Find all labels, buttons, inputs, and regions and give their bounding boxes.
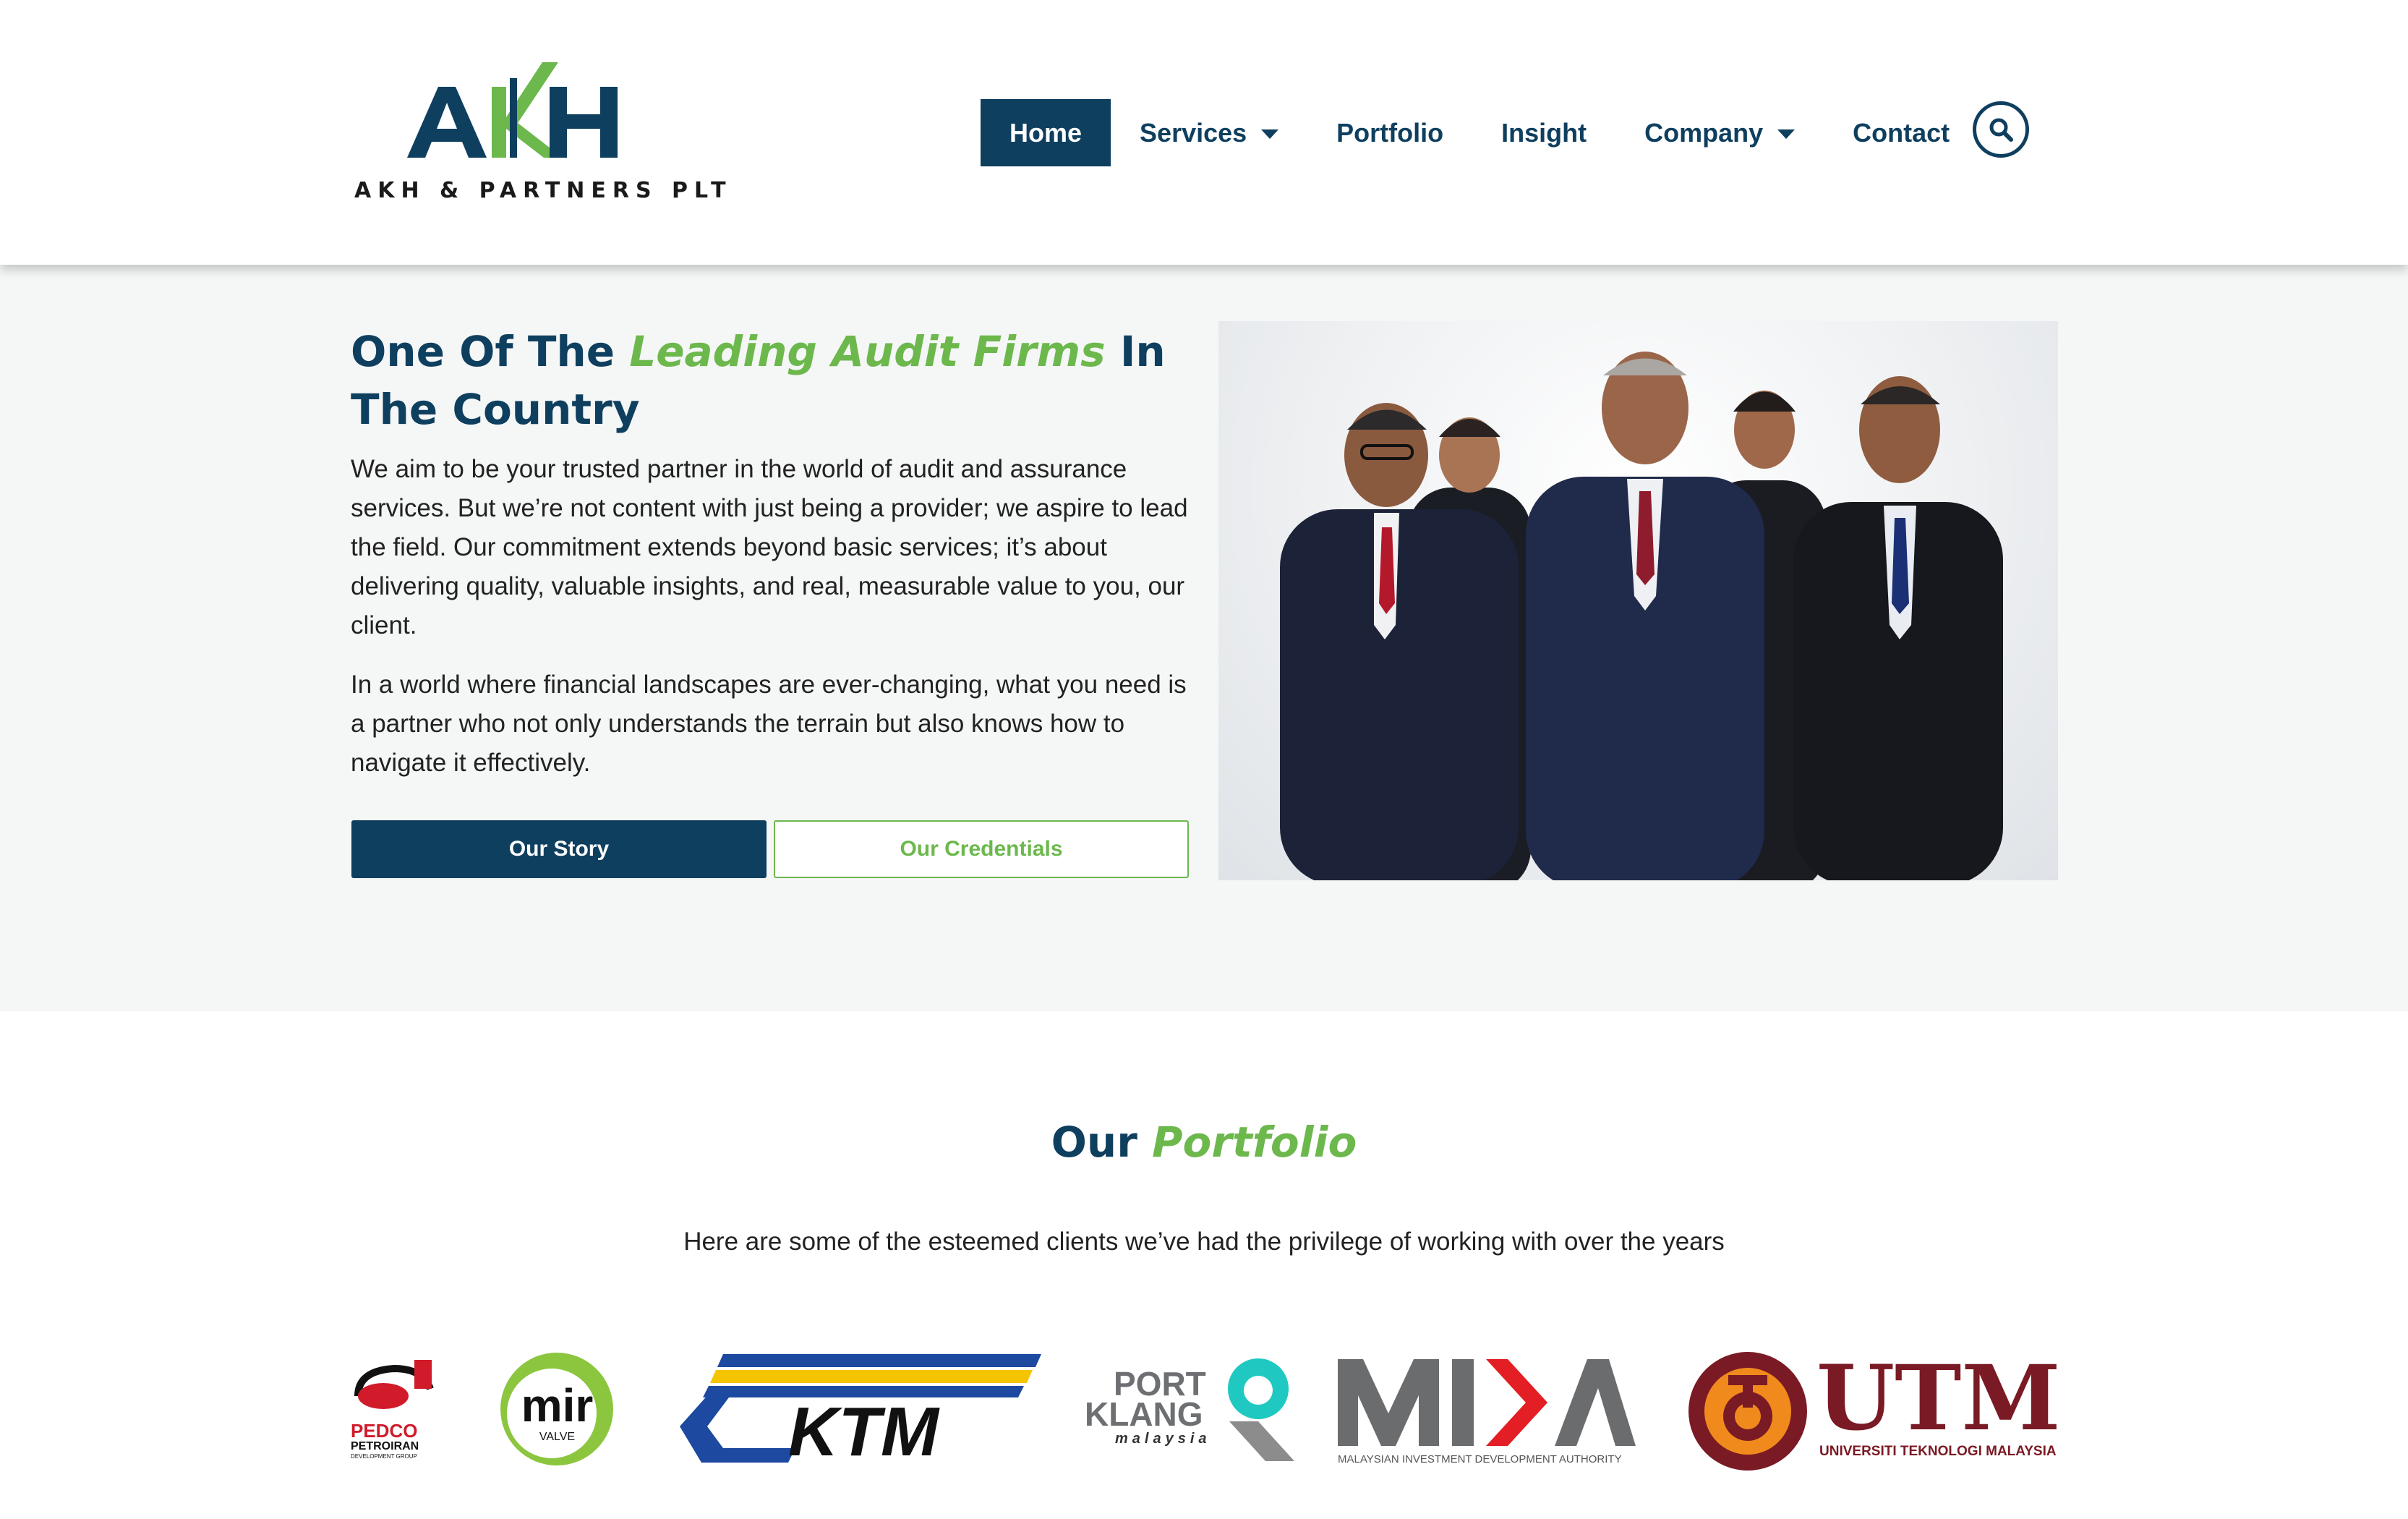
client-logo-mir[interactable]: mir VALVE xyxy=(483,1350,631,1469)
utm-crest-icon xyxy=(1688,1352,1807,1471)
main-nav: Home Services Portfolio Insight Company … xyxy=(981,99,1978,166)
pedco-name: PEDCO xyxy=(351,1420,418,1442)
nav-home-label: Home xyxy=(1009,117,1083,148)
port-klang-sub1: KLANG xyxy=(1085,1395,1203,1433)
nav-portfolio[interactable]: Portfolio xyxy=(1307,99,1472,166)
hero-title-accent: Leading Audit Firms xyxy=(629,327,1106,376)
nav-services-label: Services xyxy=(1140,117,1247,148)
hero-paragraph-1: We aim to be your trusted partner in the… xyxy=(351,455,1188,639)
chevron-down-icon xyxy=(1261,129,1279,139)
client-logo-pedco[interactable]: PEDCO PETROIRAN DEVELOPMENT GROUP xyxy=(351,1360,437,1461)
nav-insight-label: Insight xyxy=(1501,117,1587,148)
hero-section: One Of The Leading Audit Firms In The Co… xyxy=(0,265,2408,1011)
nav-services[interactable]: Services xyxy=(1111,99,1307,166)
client-logo-mida[interactable]: MALAYSIAN INVESTMENT DEVELOPMENT AUTHORI… xyxy=(1338,1356,1636,1471)
nav-portfolio-label: Portfolio xyxy=(1336,117,1444,148)
akh-logo-mark xyxy=(407,62,618,158)
team-photo xyxy=(1218,321,2058,880)
mida-sub: MALAYSIAN INVESTMENT DEVELOPMENT AUTHORI… xyxy=(1338,1453,1622,1465)
search-button[interactable] xyxy=(1973,101,2029,158)
pedco-sub2: DEVELOPMENT GROUP xyxy=(351,1453,417,1460)
client-logo-port-klang[interactable]: PORT KLANG malaysia xyxy=(1085,1353,1294,1468)
utm-name: UTM xyxy=(1816,1346,2061,1451)
team-photo-illustration xyxy=(1280,352,2003,880)
search-icon xyxy=(1989,118,2013,142)
nav-company[interactable]: Company xyxy=(1615,99,1824,166)
pedco-sub1: PETROIRAN xyxy=(351,1440,419,1452)
nav-contact[interactable]: Contact xyxy=(1824,99,1978,166)
akh-logo[interactable]: AKH & PARTNERS PLT xyxy=(353,56,726,216)
hero-title-part1: One Of The xyxy=(351,327,630,376)
logo-tagline: AKH & PARTNERS PLT xyxy=(354,178,733,203)
ktm-name: KTM xyxy=(788,1393,939,1471)
client-logo-utm[interactable]: UTM UNIVERSITI TEKNOLOGI MALAYSIA xyxy=(1685,1350,2061,1473)
nav-insight[interactable]: Insight xyxy=(1472,99,1615,166)
chevron-down-icon xyxy=(1777,129,1796,139)
hero-paragraph-2: In a world where financial landscapes ar… xyxy=(351,671,1187,777)
portfolio-title: Our Portfolio xyxy=(0,1118,2408,1167)
mir-name: mir xyxy=(521,1379,594,1431)
mir-sub: VALVE xyxy=(539,1431,576,1443)
port-klang-sub2: malaysia xyxy=(1115,1431,1211,1447)
pedco-mark-icon xyxy=(354,1360,434,1409)
nav-home[interactable]: Home xyxy=(981,99,1111,166)
mida-letters-icon xyxy=(1338,1359,1636,1446)
hero-title: One Of The Leading Audit Firms In The Co… xyxy=(351,323,1204,438)
client-logo-ktm[interactable]: KTM xyxy=(680,1354,1041,1467)
our-credentials-button[interactable]: Our Credentials xyxy=(774,820,1189,878)
site-header: AKH & PARTNERS PLT Home Services Portfol… xyxy=(0,0,2408,265)
utm-sub: UNIVERSITI TEKNOLOGI MALAYSIA xyxy=(1819,1444,2057,1459)
portfolio-title-accent: Portfolio xyxy=(1152,1118,1357,1167)
portfolio-subtitle: Here are some of the esteemed clients we… xyxy=(683,1227,1725,1256)
portfolio-title-part1: Our xyxy=(1051,1118,1153,1167)
nav-contact-label: Contact xyxy=(1853,117,1950,148)
our-story-button[interactable]: Our Story xyxy=(351,820,767,878)
nav-company-label: Company xyxy=(1644,117,1764,148)
port-klang-swirl-icon xyxy=(1228,1358,1294,1461)
client-logos: PEDCO PETROIRAN DEVELOPMENT GROUP mir VA… xyxy=(0,1338,2408,1519)
